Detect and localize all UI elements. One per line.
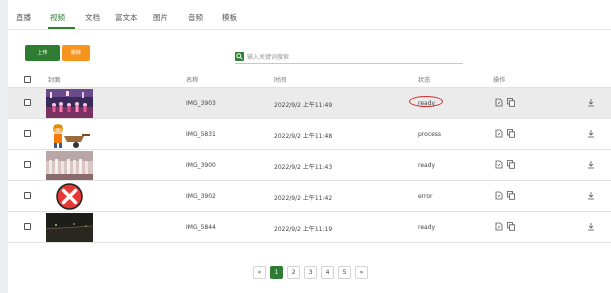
file-status: ready [418, 224, 436, 231]
tab-live[interactable]: 直播 [16, 12, 31, 23]
row-checkbox[interactable] [24, 99, 31, 106]
status-highlight-circle [409, 96, 443, 107]
copy-icon[interactable] [507, 191, 515, 200]
tab-document[interactable]: 文档 [85, 12, 100, 23]
file-status: error [418, 193, 433, 200]
copy-icon[interactable] [507, 98, 515, 107]
tab-video[interactable]: 视频 [50, 12, 65, 23]
table-row[interactable]: IMG_3902 2022/9/2 上午11:42 error [8, 181, 611, 212]
page-button-3[interactable]: 3 [304, 266, 317, 279]
file-status: ready [409, 96, 443, 107]
header-name: 名称 [186, 77, 199, 84]
row-checkbox[interactable] [24, 130, 31, 137]
edit-icon[interactable] [495, 129, 503, 138]
file-status: process [418, 131, 442, 138]
file-name: IMG_3902 [186, 193, 216, 200]
table-row[interactable]: IMG_5831 2022/9/2 上午11:48 process [8, 119, 611, 150]
table-header: 封面 名称 时间 状态 操作 [8, 71, 611, 88]
media-library-panel: 直播 视频 文档 富文本 图片 音频 模板 上传 删除 封面 名称 时间 状态 … [8, 0, 611, 293]
edit-icon[interactable] [495, 160, 503, 169]
header-cover: 封面 [48, 77, 61, 84]
file-time: 2022/9/2 上午11:19 [274, 226, 333, 233]
search-icon[interactable] [235, 52, 244, 61]
video-thumbnail[interactable] [46, 89, 93, 118]
download-icon[interactable] [587, 160, 595, 169]
row-checkbox[interactable] [24, 223, 31, 230]
header-status: 状态 [418, 77, 431, 84]
download-icon[interactable] [587, 222, 595, 231]
edit-icon[interactable] [495, 98, 503, 107]
copy-icon[interactable] [507, 160, 515, 169]
page-button-1[interactable]: 1 [270, 266, 283, 279]
table-row[interactable]: IMG_3900 2022/9/2 上午11:43 ready [8, 150, 611, 181]
file-name: IMG_3903 [186, 100, 216, 107]
copy-icon[interactable] [507, 222, 515, 231]
file-time: 2022/9/2 上午11:43 [274, 164, 333, 171]
row-checkbox[interactable] [24, 161, 31, 168]
file-status: ready [418, 162, 436, 169]
file-time: 2022/9/2 上午11:49 [274, 102, 333, 109]
tab-rich-text[interactable]: 富文本 [115, 12, 138, 23]
row-checkbox[interactable] [24, 192, 31, 199]
download-icon[interactable] [587, 191, 595, 200]
table-row[interactable]: IMG_5844 2022/9/2 上午11:19 ready [8, 212, 611, 243]
video-thumbnail[interactable] [46, 213, 93, 242]
file-name: IMG_5844 [186, 224, 216, 231]
search-input[interactable] [247, 51, 457, 63]
download-icon[interactable] [587, 129, 595, 138]
active-tab-indicator [48, 27, 75, 29]
page-button-2[interactable]: 2 [287, 266, 300, 279]
tab-template[interactable]: 模板 [222, 12, 237, 23]
page-button-4[interactable]: 4 [321, 266, 334, 279]
file-time: 2022/9/2 上午11:42 [274, 195, 333, 202]
file-time: 2022/9/2 上午11:48 [274, 133, 333, 140]
tab-audio[interactable]: 音频 [188, 12, 203, 23]
header-time: 时间 [274, 77, 287, 84]
table-row[interactable]: IMG_3903 2022/9/2 上午11:49 ready [8, 88, 611, 119]
page-prev-button[interactable]: « [253, 266, 266, 279]
edit-icon[interactable] [495, 222, 503, 231]
error-thumbnail[interactable] [46, 182, 93, 211]
copy-icon[interactable] [507, 129, 515, 138]
tab-image[interactable]: 图片 [153, 12, 168, 23]
video-thumbnail[interactable] [46, 120, 93, 149]
file-name: IMG_5831 [186, 131, 216, 138]
video-thumbnail[interactable] [46, 151, 93, 180]
header-actions: 操作 [493, 77, 506, 84]
page-button-5[interactable]: 5 [338, 266, 351, 279]
page-next-button[interactable]: » [355, 266, 368, 279]
delete-button[interactable]: 删除 [62, 45, 90, 61]
search-box [235, 51, 463, 64]
media-type-tabs: 直播 视频 文档 富文本 图片 音频 模板 [8, 0, 611, 30]
error-x-icon [46, 182, 93, 211]
download-icon[interactable] [587, 98, 595, 107]
select-all-checkbox[interactable] [24, 76, 31, 83]
file-name: IMG_3900 [186, 162, 216, 169]
edit-icon[interactable] [495, 191, 503, 200]
upload-button[interactable]: 上传 [25, 45, 60, 61]
